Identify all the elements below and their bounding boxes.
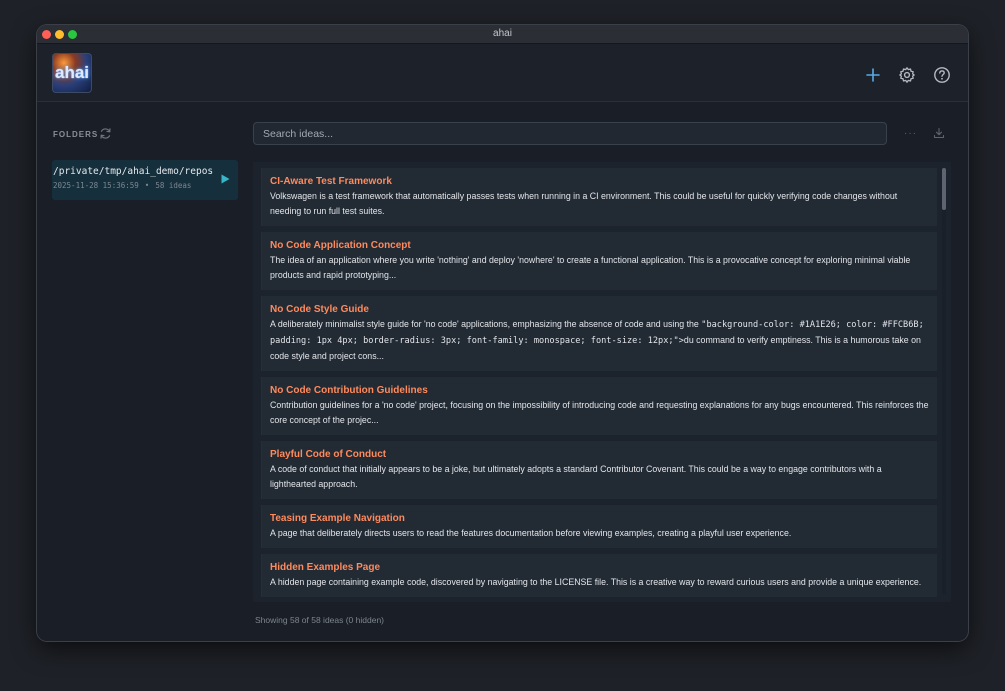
folder-path: /private/tmp/ahai_demo/repos bbox=[53, 166, 214, 177]
status-text: Showing 58 of 58 ideas (0 hidden) bbox=[255, 615, 385, 625]
list-scrollbar[interactable] bbox=[942, 168, 946, 594]
ideas-list[interactable]: CI-Aware Test Framework Volkswagen is a … bbox=[253, 162, 951, 602]
scrollbar-thumb[interactable] bbox=[942, 168, 946, 210]
sidebar: FOLDERS /private/tmp/ahai_demo/repos 202… bbox=[37, 102, 253, 641]
plus-icon[interactable] bbox=[864, 66, 882, 84]
title-bar: ahai bbox=[37, 25, 968, 44]
download-icon[interactable] bbox=[933, 127, 945, 139]
app-window: ahai ahai FOLDERS /private/tmp/ahai_demo… bbox=[37, 25, 968, 641]
folder-item[interactable]: /private/tmp/ahai_demo/repos 2025-11-28 … bbox=[52, 160, 238, 200]
idea-title: Teasing Example Navigation bbox=[270, 513, 405, 524]
idea-description: A deliberately minimalist style guide fo… bbox=[270, 317, 929, 364]
help-icon[interactable] bbox=[933, 66, 951, 84]
idea-title: No Code Application Concept bbox=[270, 240, 411, 251]
idea-description: A code of conduct that initially appears… bbox=[270, 464, 882, 489]
folder-idea-count: 58 ideas bbox=[155, 181, 192, 190]
idea-card[interactable]: CI-Aware Test Framework Volkswagen is a … bbox=[261, 168, 937, 226]
gear-icon[interactable] bbox=[898, 66, 916, 84]
idea-description-text: A deliberately minimalist style guide fo… bbox=[270, 319, 699, 329]
idea-description: Contribution guidelines for a 'no code' … bbox=[270, 400, 929, 425]
idea-title: Hidden Examples Page bbox=[270, 562, 381, 573]
main-panel: ··· CI-Aware Test Framework Volkswagen i… bbox=[253, 102, 968, 641]
app-header: ahai bbox=[37, 44, 968, 102]
logo-text: ahai bbox=[54, 63, 90, 82]
idea-description: Volkswagen is a test framework that auto… bbox=[270, 191, 898, 216]
window-title: ahai bbox=[493, 28, 512, 39]
idea-title: No Code Contribution Guidelines bbox=[270, 385, 428, 396]
idea-card[interactable]: Teasing Example Navigation A page that d… bbox=[261, 505, 937, 548]
idea-title: Playful Code of Conduct bbox=[270, 449, 387, 460]
idea-card[interactable]: No Code Style Guide A deliberately minim… bbox=[261, 296, 937, 371]
play-icon[interactable] bbox=[219, 173, 231, 185]
idea-title: No Code Style Guide bbox=[270, 304, 369, 315]
more-options-icon[interactable]: ··· bbox=[904, 128, 917, 139]
idea-card[interactable]: No Code Contribution Guidelines Contribu… bbox=[261, 377, 937, 435]
app-logo: ahai bbox=[52, 53, 92, 93]
idea-card[interactable]: Hidden Examples Page A hidden page conta… bbox=[261, 554, 937, 597]
meta-separator: • bbox=[144, 181, 150, 190]
idea-description: The idea of an application where you wri… bbox=[270, 255, 911, 280]
ideas-cards: CI-Aware Test Framework Volkswagen is a … bbox=[261, 168, 937, 602]
idea-title: CI-Aware Test Framework bbox=[270, 176, 392, 187]
idea-description: A hidden page containing example code, d… bbox=[270, 577, 922, 587]
idea-card[interactable]: Playful Code of Conduct A code of conduc… bbox=[261, 441, 937, 499]
folder-meta: 2025-11-28 15:36:59 • 58 ideas bbox=[53, 181, 191, 190]
idea-card[interactable]: No Code Application Concept The idea of … bbox=[261, 232, 937, 290]
folder-timestamp: 2025-11-28 15:36:59 bbox=[53, 181, 139, 190]
search-input[interactable] bbox=[253, 122, 887, 145]
idea-description: A page that deliberately directs users t… bbox=[270, 528, 792, 538]
refresh-icon[interactable] bbox=[99, 127, 112, 140]
folders-heading: FOLDERS bbox=[53, 130, 99, 139]
